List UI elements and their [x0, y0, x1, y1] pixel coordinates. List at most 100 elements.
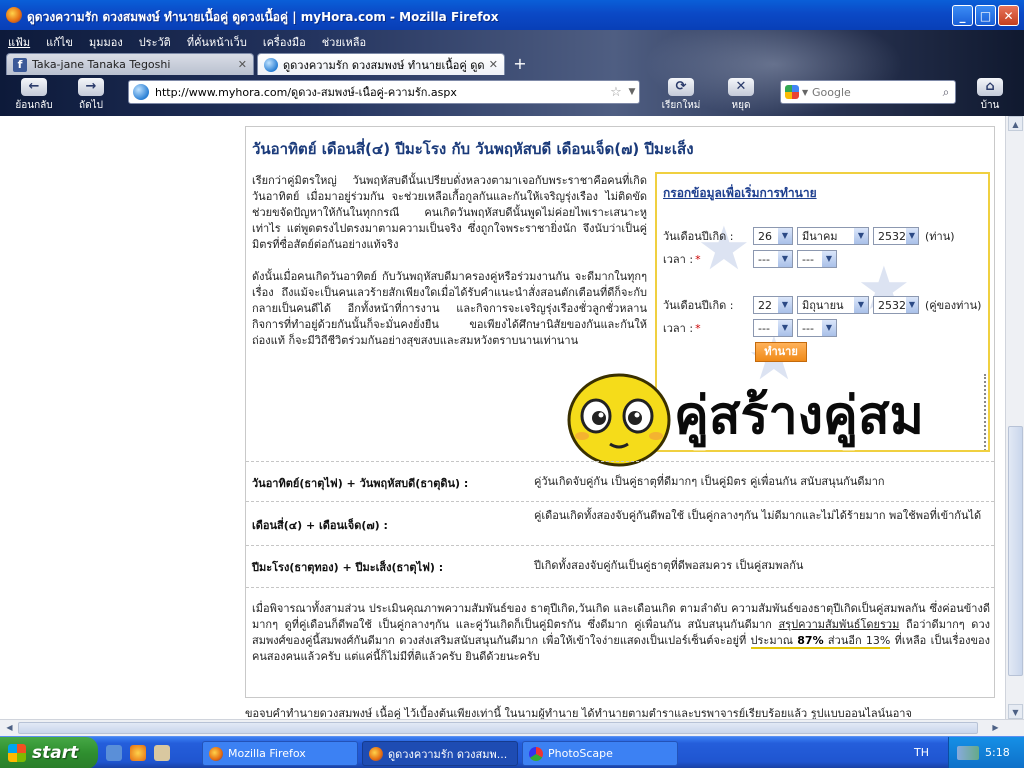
address-bar[interactable]: ☆ ▼: [128, 80, 640, 104]
predict-button[interactable]: ทำนาย: [755, 342, 807, 362]
day-select-1[interactable]: 26 ▼: [753, 227, 793, 245]
task-firefox[interactable]: Mozilla Firefox: [202, 741, 358, 766]
horizontal-scrollbar[interactable]: ◀ ▶: [0, 719, 1024, 736]
menu-edit[interactable]: แก้ไข: [44, 32, 75, 50]
menu-view[interactable]: มุมมอง: [87, 32, 125, 50]
day-select-2[interactable]: 22 ▼: [753, 296, 793, 314]
day-value: 26: [758, 229, 772, 243]
percent-value: 87%: [797, 634, 824, 647]
stop-button[interactable]: ✕ หยุด: [716, 78, 766, 112]
year-select-1[interactable]: 2532 ▼: [873, 227, 919, 245]
back-button[interactable]: ← ย้อนกลับ: [6, 78, 62, 112]
footer-text: ขอจบคำทำนายดวงสมพงษ์ เนื้อคู่ ไว้เบื้องต…: [245, 707, 912, 719]
google-icon: [785, 85, 799, 99]
form-panel-edge: [982, 374, 986, 450]
scroll-down-icon[interactable]: ▼: [1008, 704, 1023, 719]
month-select-1[interactable]: มีนาคม ▼: [797, 227, 869, 245]
compatibility-table: วันอาทิตย์(ธาตุไฟ) + วันพฤหัสบดี(ธาตุดิน…: [246, 461, 994, 588]
menu-history[interactable]: ประวัติ: [137, 32, 173, 50]
search-input[interactable]: [812, 85, 937, 99]
scroll-right-icon[interactable]: ▶: [988, 721, 1003, 735]
start-label: start: [32, 743, 79, 763]
menu-tools[interactable]: เครื่องมือ: [261, 32, 308, 50]
tab-facebook[interactable]: f Taka-jane Tanaka Tegoshi ✕: [6, 53, 254, 75]
menu-file[interactable]: แฟ้ม: [6, 32, 32, 50]
tab-close-icon[interactable]: ✕: [489, 58, 498, 71]
search-bar[interactable]: ▼ ⌕: [780, 80, 956, 104]
title-bar: ดูดวงความรัก ดวงสมพงษ์ ทำนายเนื้อคู่ ดูด…: [0, 0, 1024, 30]
firefox-icon: [6, 7, 22, 23]
summary-link[interactable]: สรุปความสัมพันธ์โดยรวม: [778, 618, 899, 631]
required-mark: *: [695, 253, 701, 266]
search-engine-dropdown-icon[interactable]: ▼: [802, 88, 812, 97]
time-row-2: เวลา : * --- ▼ --- ▼: [663, 319, 841, 337]
menu-bookmarks[interactable]: ที่คั่นหน้าเว็บ: [185, 32, 249, 50]
back-label: ย้อนกลับ: [15, 100, 53, 111]
minute-select-2[interactable]: --- ▼: [797, 319, 837, 337]
new-tab-button[interactable]: +: [510, 55, 530, 73]
forward-button[interactable]: → ถัดไป: [66, 78, 116, 112]
tab-myhora[interactable]: ดูดวงความรัก ดวงสมพงษ์ ทำนายเนื้อคู่ ดูด…: [257, 53, 505, 75]
window-title: ดูดวงความรัก ดวงสมพงษ์ ทำนายเนื้อคู่ ดูด…: [27, 10, 499, 24]
reload-icon: ⟳: [668, 78, 694, 96]
scroll-left-icon[interactable]: ◀: [2, 721, 17, 735]
start-button[interactable]: start: [0, 737, 98, 768]
app-launch-icon[interactable]: [154, 745, 170, 761]
day-value: 22: [758, 298, 772, 312]
month-value: มิถุนายน: [802, 299, 844, 312]
task-photoscape[interactable]: PhotoScape: [522, 741, 678, 766]
home-button[interactable]: ⌂ บ้าน: [968, 78, 1012, 112]
page-heading: วันอาทิตย์ เดือนสี่(๔) ปีมะโรง กับ วันพฤ…: [252, 140, 694, 158]
url-input[interactable]: [155, 85, 607, 99]
chevron-down-icon: ▼: [854, 297, 868, 313]
factor-cell: ปีมะโรง(ธาตุทอง) + ปีมะเส็ง(ธาตุไฟ) :: [252, 561, 444, 574]
table-row: วันอาทิตย์(ธาตุไฟ) + วันพฤหัสบดี(ธาตุดิน…: [246, 461, 994, 501]
firefox-icon: [369, 746, 383, 761]
owner-suffix: (ท่าน): [925, 230, 955, 243]
vertical-scrollbar[interactable]: ▲ ▼: [1005, 116, 1024, 719]
search-icon[interactable]: ⌕: [937, 85, 955, 100]
minute-select-1[interactable]: --- ▼: [797, 250, 837, 268]
minimize-button[interactable]: _: [952, 5, 973, 26]
reload-button[interactable]: ⟳ เรียกใหม่: [656, 78, 706, 112]
menu-help[interactable]: ช่วยเหลือ: [320, 32, 368, 50]
photoscape-icon: [529, 746, 543, 761]
firefox-icon: [209, 746, 223, 761]
home-label: บ้าน: [980, 100, 1000, 111]
browser-chrome: แฟ้ม แก้ไข มุมมอง ประวัติ ที่คั่นหน้าเว็…: [0, 30, 1024, 116]
scroll-thumb[interactable]: [1008, 426, 1023, 676]
url-dropdown-icon[interactable]: ▼: [625, 87, 639, 97]
hour-select-1[interactable]: --- ▼: [753, 250, 793, 268]
bookmark-star-icon[interactable]: ☆: [607, 85, 625, 100]
partner-suffix: (คู่ของท่าน): [925, 299, 982, 312]
month-select-2[interactable]: มิถุนายน ▼: [797, 296, 869, 314]
result-cell: คู่วันเกิดจับคู่กัน เป็นคู่ธาตุที่ดีมากๆ…: [534, 475, 885, 488]
tray-icons[interactable]: [957, 746, 979, 760]
chevron-down-icon: ▼: [822, 251, 836, 267]
home-icon: ⌂: [977, 78, 1003, 96]
chevron-down-icon: ▼: [822, 320, 836, 336]
year-value: 2532: [878, 229, 906, 243]
system-tray: 5:18: [948, 737, 1024, 768]
firefox-launch-icon[interactable]: [130, 745, 146, 761]
navigation-toolbar: ← ย้อนกลับ → ถัดไป ☆ ▼ ⟳ เรียกใหม่ ✕ หยุ…: [0, 76, 1024, 116]
language-indicator[interactable]: TH: [914, 746, 929, 759]
table-row: เดือนสี่(๔) + เดือนเจ็ด(๗) : คู่เดือนเกิ…: [246, 501, 994, 545]
tab-label: ดูดวงความรัก ดวงสมพงษ์ ทำนายเนื้อคู่ ดูด…: [283, 58, 485, 72]
result-cell: ปีเกิดทั้งสองจับคู่กันเป็นคู่ธาตุที่ดีพอ…: [534, 559, 804, 572]
desktop-icon[interactable]: [106, 745, 122, 761]
task-myhora[interactable]: ดูดวงความรัก ดวงสมพ...: [362, 741, 518, 766]
chevron-down-icon: ▼: [778, 251, 792, 267]
close-button[interactable]: ✕: [998, 5, 1019, 26]
globe-icon: [264, 57, 278, 72]
hour-select-2[interactable]: --- ▼: [753, 319, 793, 337]
required-mark: *: [695, 322, 701, 335]
scroll-up-icon[interactable]: ▲: [1008, 116, 1023, 131]
month-value: มีนาคม: [802, 230, 838, 243]
tab-strip: f Taka-jane Tanaka Tegoshi ✕ ดูดวงความรั…: [0, 51, 540, 75]
time-label: เวลา : *: [663, 319, 753, 337]
scroll-thumb[interactable]: [18, 722, 978, 734]
tab-close-icon[interactable]: ✕: [238, 58, 247, 71]
maximize-button[interactable]: □: [975, 5, 996, 26]
year-select-2[interactable]: 2532 ▼: [873, 296, 919, 314]
